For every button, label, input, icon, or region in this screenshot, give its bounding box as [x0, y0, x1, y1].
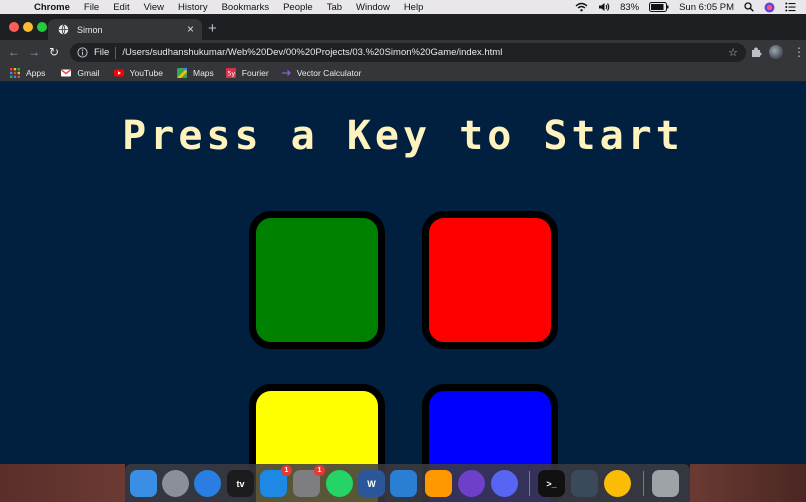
maps-icon: [176, 67, 187, 78]
notification-badge: 1: [314, 465, 325, 476]
url-text[interactable]: /Users/sudhanshukumar/Web%20Dev/00%20Pro…: [122, 47, 502, 58]
bookmark-vector-calculator[interactable]: Vector Calculator: [281, 67, 362, 78]
apps-grid-icon: [10, 67, 20, 78]
level-title: Press a Key to Start: [122, 113, 684, 159]
red-button[interactable]: [422, 211, 558, 349]
menu-history[interactable]: History: [178, 2, 208, 13]
address-bar[interactable]: File /Users/sudhanshukumar/Web%20Dev/00%…: [70, 43, 746, 62]
apple-tv-dock-icon[interactable]: tv: [227, 470, 254, 497]
dock-divider: [643, 471, 644, 496]
menu-view[interactable]: View: [144, 2, 164, 13]
trash-dock-icon[interactable]: [652, 470, 679, 497]
menubar-clock[interactable]: Sun 6:05 PM: [679, 2, 734, 13]
simon-game-page: Press a Key to Start: [0, 83, 806, 502]
chrome-dock-icon[interactable]: [604, 470, 631, 497]
notification-center-icon[interactable]: [785, 2, 796, 12]
desktop-wallpaper-right: [690, 464, 806, 502]
bookmark-label: YouTube: [129, 67, 163, 78]
url-scheme-label: File: [94, 47, 110, 58]
chrome-menu-icon[interactable]: ⋮: [793, 44, 805, 60]
menu-help[interactable]: Help: [404, 2, 424, 13]
bookmark-apps[interactable]: Apps: [10, 67, 46, 78]
volume-icon[interactable]: [598, 2, 610, 12]
terminal-dock-icon[interactable]: >_: [538, 470, 565, 497]
status-area: 83% Sun 6:05 PM: [575, 0, 796, 14]
desktop-wallpaper-left: [0, 464, 125, 502]
macos-dock: tv 1 1 W >_: [125, 464, 690, 502]
menu-people[interactable]: People: [283, 2, 313, 13]
menu-app-name[interactable]: Chrome: [34, 2, 70, 13]
vs-code-dock-icon[interactable]: [390, 470, 417, 497]
finder-dock-icon[interactable]: [130, 470, 157, 497]
chrome-toolbar: ← → ↻ File /Users/sudhanshukumar/Web%20D…: [0, 40, 806, 64]
bookmark-label: Gmail: [77, 67, 100, 78]
spotlight-search-icon[interactable]: [744, 2, 754, 12]
dock-divider: [529, 471, 530, 496]
reload-button[interactable]: ↻: [46, 44, 62, 60]
chrome-tab-strip: Simon × +: [0, 14, 806, 40]
battery-percent: 83%: [620, 1, 640, 13]
tab-title: Simon: [77, 24, 103, 35]
quicktime-dock-icon[interactable]: [571, 470, 598, 497]
extensions-puzzle-icon[interactable]: [750, 46, 762, 58]
tab-simon[interactable]: Simon ×: [48, 19, 202, 40]
whatsapp-dock-icon[interactable]: [326, 470, 353, 497]
back-button[interactable]: ←: [6, 44, 22, 60]
bookmark-label: Apps: [26, 67, 46, 78]
menu-window[interactable]: Window: [356, 2, 390, 13]
launchpad-dock-icon[interactable]: [162, 470, 189, 497]
menu-bookmarks[interactable]: Bookmarks: [222, 2, 270, 13]
info-icon[interactable]: [77, 47, 88, 58]
vector-calculator-icon: [281, 69, 291, 76]
window-close-button[interactable]: [9, 22, 19, 32]
url-divider: [115, 46, 117, 59]
wifi-icon[interactable]: [575, 2, 588, 12]
macos-menu-bar: Chrome File Edit View History Bookmarks …: [0, 0, 806, 14]
app-store-dock-icon[interactable]: 1: [260, 465, 292, 497]
window-minimize-button[interactable]: [23, 22, 33, 32]
globe-icon: [58, 24, 69, 35]
menu-file[interactable]: File: [84, 2, 99, 13]
profile-avatar[interactable]: [769, 45, 783, 59]
bookmark-label: Maps: [192, 67, 214, 78]
tab-close-icon[interactable]: ×: [187, 22, 194, 36]
siri-icon[interactable]: [764, 2, 775, 13]
battery-icon[interactable]: [649, 2, 669, 12]
green-button[interactable]: [249, 211, 385, 349]
youtube-icon: [113, 69, 124, 76]
bookmark-label: Fourier: [241, 67, 269, 78]
github-desktop-dock-icon[interactable]: [458, 470, 485, 497]
bookmark-gmail[interactable]: Gmail: [61, 67, 100, 78]
safari-dock-icon[interactable]: [194, 470, 221, 497]
bookmarks-bar: Apps Gmail YouTube Maps 5y Fourier Vecto…: [0, 64, 806, 82]
system-preferences-dock-icon[interactable]: 1: [293, 465, 325, 497]
fourier-icon: 5y: [225, 67, 236, 78]
menu-edit[interactable]: Edit: [113, 2, 129, 13]
new-tab-button[interactable]: +: [208, 19, 217, 39]
gmail-icon: [61, 68, 72, 76]
window-zoom-button[interactable]: [37, 22, 47, 32]
bookmark-label: Vector Calculator: [296, 67, 362, 78]
bookmark-star-icon[interactable]: ☆: [728, 46, 738, 59]
bookmark-fourier[interactable]: 5y Fourier: [225, 67, 269, 78]
word-dock-icon[interactable]: W: [358, 470, 385, 497]
notification-badge: 1: [281, 465, 292, 476]
svg-text:5y: 5y: [227, 69, 235, 77]
discord-dock-icon[interactable]: [491, 470, 518, 497]
menu-tab[interactable]: Tab: [327, 2, 342, 13]
bookmark-youtube[interactable]: YouTube: [113, 67, 163, 78]
sublime-text-dock-icon[interactable]: [425, 470, 452, 497]
forward-button[interactable]: →: [26, 44, 42, 60]
bookmark-maps[interactable]: Maps: [176, 67, 214, 78]
